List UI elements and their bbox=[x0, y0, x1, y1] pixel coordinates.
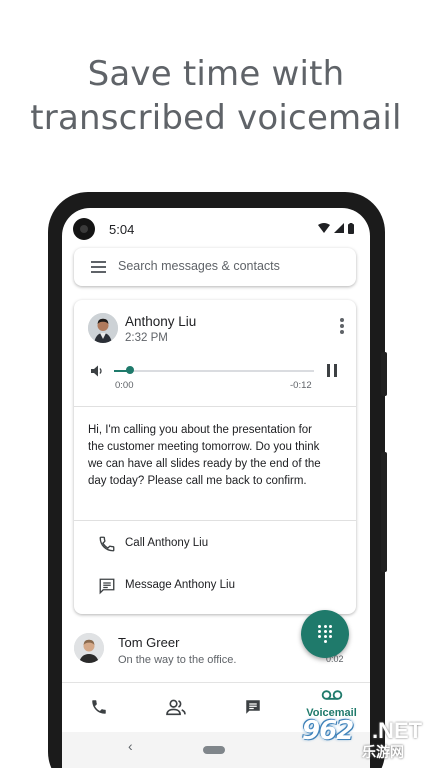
elapsed-time: 0:00 bbox=[115, 380, 134, 391]
hamburger-menu-icon[interactable] bbox=[91, 261, 106, 273]
nav-tab-calls[interactable] bbox=[62, 683, 135, 733]
nav-tab-contacts[interactable] bbox=[139, 683, 212, 733]
phone-icon bbox=[91, 700, 106, 714]
status-icons bbox=[318, 222, 354, 234]
phone-screen: 5:04 Search messages & contacts Anthony … bbox=[62, 208, 370, 768]
promo-headline: Save time with transcribed voicemail bbox=[0, 52, 432, 140]
caller-name: Anthony Liu bbox=[125, 314, 197, 329]
call-time: 2:32 PM bbox=[125, 332, 168, 344]
status-bar: 5:04 bbox=[62, 208, 370, 248]
headline-line-2: transcribed voicemail bbox=[30, 98, 402, 138]
watermark-suffix: .NET bbox=[372, 718, 423, 743]
home-button[interactable] bbox=[203, 746, 225, 754]
transcript-line: we can have all slides ready by the end … bbox=[88, 458, 321, 470]
divider bbox=[74, 406, 356, 407]
divider bbox=[74, 520, 356, 521]
pause-icon[interactable] bbox=[326, 364, 338, 377]
wifi-icon bbox=[318, 223, 330, 233]
message-icon bbox=[245, 700, 260, 714]
playback-thumb[interactable] bbox=[126, 366, 134, 374]
dialpad-button[interactable] bbox=[301, 610, 349, 658]
camera-cutout bbox=[73, 218, 95, 240]
phone-icon bbox=[99, 536, 115, 552]
headline-line-1: Save time with bbox=[87, 54, 345, 94]
speaker-icon[interactable] bbox=[90, 364, 104, 378]
contacts-icon bbox=[165, 699, 186, 716]
voicemail-card: Anthony Liu 2:32 PM 0:00 -0:12 Hi, I'm c… bbox=[74, 300, 356, 614]
nav-tab-messages[interactable] bbox=[216, 683, 289, 733]
call-label: Call Anthony Liu bbox=[125, 537, 209, 549]
voicemail-transcript: Hi, I'm calling you about the presentati… bbox=[88, 422, 346, 490]
avatar bbox=[74, 633, 104, 663]
transcript-line: the customer meeting tomorrow. Do you th… bbox=[88, 441, 320, 453]
watermark-number: 962 bbox=[302, 716, 354, 746]
remaining-time: -0:12 bbox=[290, 380, 312, 391]
search-bar[interactable]: Search messages & contacts bbox=[74, 248, 356, 286]
playback-track[interactable] bbox=[114, 370, 314, 372]
avatar bbox=[88, 313, 118, 343]
dialpad-icon bbox=[318, 625, 332, 643]
more-vert-icon[interactable] bbox=[340, 318, 344, 334]
message-label: Message Anthony Liu bbox=[125, 579, 235, 591]
battery-icon bbox=[348, 222, 354, 234]
transcript-line: Hi, I'm calling you about the presentati… bbox=[88, 424, 313, 436]
conversation-snippet: On the way to the office. bbox=[118, 654, 237, 666]
message-button[interactable]: Message Anthony Liu bbox=[98, 576, 235, 596]
conversation-name[interactable]: Tom Greer bbox=[118, 635, 179, 650]
voicemail-icon bbox=[321, 690, 342, 700]
phone-power-button bbox=[381, 352, 387, 396]
site-watermark: 962 .NET 乐游网 bbox=[302, 716, 430, 762]
search-input[interactable]: Search messages & contacts bbox=[118, 259, 280, 273]
signal-icon bbox=[334, 223, 344, 233]
call-back-button[interactable]: Call Anthony Liu bbox=[98, 534, 208, 554]
back-button[interactable]: ‹ bbox=[128, 738, 133, 754]
watermark-chinese: 乐游网 bbox=[362, 744, 404, 760]
page: Save time with transcribed voicemail 5:0… bbox=[0, 0, 432, 768]
transcript-line: day today? Please call me back to confir… bbox=[88, 475, 307, 487]
status-time: 5:04 bbox=[109, 222, 135, 237]
message-icon bbox=[99, 578, 115, 595]
phone-volume-button bbox=[381, 452, 387, 572]
